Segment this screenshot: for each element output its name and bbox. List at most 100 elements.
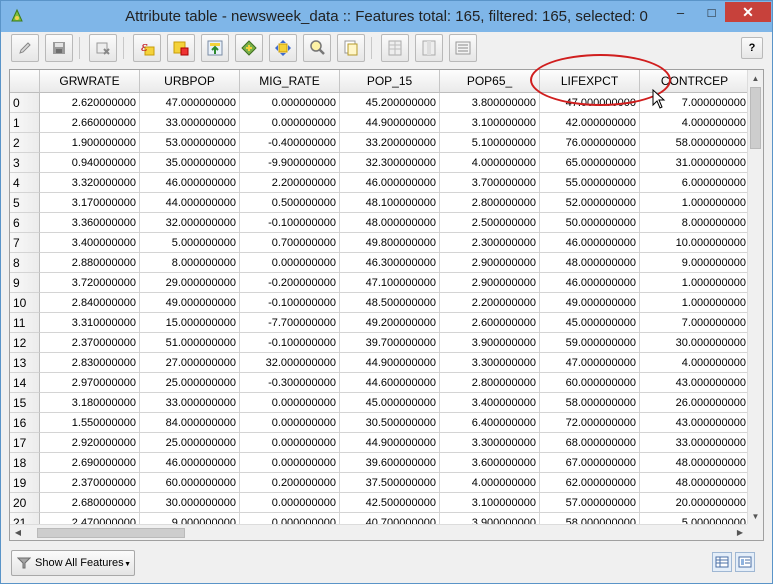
table-cell[interactable]: 84.000000000 bbox=[140, 413, 240, 433]
move-selection-top-button[interactable] bbox=[201, 34, 229, 62]
table-cell[interactable]: 33.000000000 bbox=[140, 393, 240, 413]
close-button[interactable]: ✕ bbox=[725, 2, 771, 22]
minimize-button[interactable]: – bbox=[667, 2, 694, 22]
table-cell[interactable]: 25.000000000 bbox=[140, 433, 240, 453]
table-cell[interactable]: 48.000000000 bbox=[340, 213, 440, 233]
attribute-table[interactable]: GRWRATE URBPOP MIG_RATE POP_15 POP65_ LI… bbox=[9, 69, 764, 541]
table-cell[interactable]: 46.000000000 bbox=[140, 453, 240, 473]
table-cell[interactable]: 10.000000000 bbox=[640, 233, 750, 253]
table-cell[interactable]: 0.000000000 bbox=[240, 113, 340, 133]
table-cell[interactable]: 2.200000000 bbox=[440, 293, 540, 313]
table-cell[interactable]: 55.000000000 bbox=[540, 173, 640, 193]
pan-to-selected-button[interactable] bbox=[269, 34, 297, 62]
table-cell[interactable]: 37.500000000 bbox=[340, 473, 440, 493]
form-view-button[interactable] bbox=[735, 552, 755, 572]
table-row[interactable]: 20 2.680000000 30.000000000 0.000000000 42.5… bbox=[10, 493, 750, 513]
table-cell[interactable]: 39.700000000 bbox=[340, 333, 440, 353]
table-cell[interactable]: 3.400000000 bbox=[40, 233, 140, 253]
table-cell[interactable]: 35.000000000 bbox=[140, 153, 240, 173]
table-cell[interactable]: 72.000000000 bbox=[540, 413, 640, 433]
row-header[interactable]: 18 bbox=[10, 453, 40, 473]
table-cell[interactable]: 3.400000000 bbox=[440, 393, 540, 413]
table-cell[interactable]: 30.000000000 bbox=[140, 493, 240, 513]
table-cell[interactable]: -9.900000000 bbox=[240, 153, 340, 173]
corner-header[interactable] bbox=[10, 70, 40, 93]
table-row[interactable]: 9 3.720000000 29.000000000 -0.200000000 47.1… bbox=[10, 273, 750, 293]
table-cell[interactable]: 2.880000000 bbox=[40, 253, 140, 273]
table-cell[interactable]: 8.000000000 bbox=[140, 253, 240, 273]
table-row[interactable]: 8 2.880000000 8.000000000 0.000000000 46.300… bbox=[10, 253, 750, 273]
table-cell[interactable]: 46.000000000 bbox=[140, 173, 240, 193]
table-cell[interactable]: 3.900000000 bbox=[440, 333, 540, 353]
table-cell[interactable]: 58.000000000 bbox=[640, 133, 750, 153]
table-cell[interactable]: 39.600000000 bbox=[340, 453, 440, 473]
table-cell[interactable]: 65.000000000 bbox=[540, 153, 640, 173]
table-cell[interactable]: 4.000000000 bbox=[640, 353, 750, 373]
table-cell[interactable]: 0.200000000 bbox=[240, 473, 340, 493]
row-header[interactable]: 19 bbox=[10, 473, 40, 493]
table-cell[interactable]: 3.300000000 bbox=[440, 353, 540, 373]
table-cell[interactable]: 43.000000000 bbox=[640, 373, 750, 393]
row-header[interactable]: 0 bbox=[10, 93, 40, 113]
table-cell[interactable]: 0.000000000 bbox=[240, 93, 340, 113]
copy-selected-rows-button[interactable] bbox=[337, 34, 365, 62]
table-cell[interactable]: -0.300000000 bbox=[240, 373, 340, 393]
table-cell[interactable]: 2.920000000 bbox=[40, 433, 140, 453]
table-cell[interactable]: 3.600000000 bbox=[440, 453, 540, 473]
table-cell[interactable]: 33.200000000 bbox=[340, 133, 440, 153]
table-cell[interactable]: 2.800000000 bbox=[440, 193, 540, 213]
table-cell[interactable]: 3.100000000 bbox=[440, 113, 540, 133]
table-cell[interactable]: 49.000000000 bbox=[540, 293, 640, 313]
table-cell[interactable]: 2.370000000 bbox=[40, 333, 140, 353]
row-header[interactable]: 5 bbox=[10, 193, 40, 213]
row-header[interactable]: 11 bbox=[10, 313, 40, 333]
table-cell[interactable]: 68.000000000 bbox=[540, 433, 640, 453]
row-header[interactable]: 1 bbox=[10, 113, 40, 133]
table-row[interactable]: 17 2.920000000 25.000000000 0.000000000 44.9… bbox=[10, 433, 750, 453]
row-header[interactable]: 10 bbox=[10, 293, 40, 313]
table-cell[interactable]: 44.900000000 bbox=[340, 113, 440, 133]
table-cell[interactable]: 2.830000000 bbox=[40, 353, 140, 373]
table-view-button[interactable] bbox=[712, 552, 732, 572]
table-cell[interactable]: 3.800000000 bbox=[440, 93, 540, 113]
table-cell[interactable]: 1.550000000 bbox=[40, 413, 140, 433]
column-header[interactable]: POP65_ bbox=[440, 70, 540, 93]
table-cell[interactable]: 2.620000000 bbox=[40, 93, 140, 113]
table-cell[interactable]: 46.000000000 bbox=[540, 233, 640, 253]
table-cell[interactable]: 1.000000000 bbox=[640, 193, 750, 213]
table-cell[interactable]: 3.310000000 bbox=[40, 313, 140, 333]
table-row[interactable]: 3 0.940000000 35.000000000 -9.900000000 32.3… bbox=[10, 153, 750, 173]
table-cell[interactable]: 60.000000000 bbox=[540, 373, 640, 393]
vertical-scrollbar[interactable]: ▲ ▼ bbox=[747, 70, 763, 524]
table-cell[interactable]: 25.000000000 bbox=[140, 373, 240, 393]
table-cell[interactable]: 2.800000000 bbox=[440, 373, 540, 393]
table-cell[interactable]: 49.800000000 bbox=[340, 233, 440, 253]
row-header[interactable]: 14 bbox=[10, 373, 40, 393]
table-cell[interactable]: 48.100000000 bbox=[340, 193, 440, 213]
table-cell[interactable]: 3.360000000 bbox=[40, 213, 140, 233]
table-cell[interactable]: 45.200000000 bbox=[340, 93, 440, 113]
table-cell[interactable]: 46.300000000 bbox=[340, 253, 440, 273]
table-cell[interactable]: 3.300000000 bbox=[440, 433, 540, 453]
table-cell[interactable]: 45.000000000 bbox=[540, 313, 640, 333]
table-cell[interactable]: 0.940000000 bbox=[40, 153, 140, 173]
table-cell[interactable]: 48.000000000 bbox=[640, 453, 750, 473]
table-row[interactable]: 19 2.370000000 60.000000000 0.200000000 37.5… bbox=[10, 473, 750, 493]
table-row[interactable]: 13 2.830000000 27.000000000 32.000000000 44.… bbox=[10, 353, 750, 373]
delete-column-button[interactable] bbox=[415, 34, 443, 62]
table-cell[interactable]: 48.000000000 bbox=[540, 253, 640, 273]
table-cell[interactable]: 4.000000000 bbox=[440, 473, 540, 493]
column-header[interactable]: URBPOP bbox=[140, 70, 240, 93]
table-row[interactable]: 18 2.690000000 46.000000000 0.000000000 39.6… bbox=[10, 453, 750, 473]
table-cell[interactable]: 1.000000000 bbox=[640, 273, 750, 293]
maximize-button[interactable]: □ bbox=[698, 2, 725, 22]
table-cell[interactable]: 3.170000000 bbox=[40, 193, 140, 213]
table-row[interactable]: 12 2.370000000 51.000000000 -0.100000000 39.… bbox=[10, 333, 750, 353]
row-header[interactable]: 9 bbox=[10, 273, 40, 293]
table-cell[interactable]: 3.180000000 bbox=[40, 393, 140, 413]
table-cell[interactable]: 0.000000000 bbox=[240, 433, 340, 453]
table-cell[interactable]: 33.000000000 bbox=[140, 113, 240, 133]
table-cell[interactable]: 49.000000000 bbox=[140, 293, 240, 313]
table-cell[interactable]: 2.200000000 bbox=[240, 173, 340, 193]
table-cell[interactable]: 60.000000000 bbox=[140, 473, 240, 493]
